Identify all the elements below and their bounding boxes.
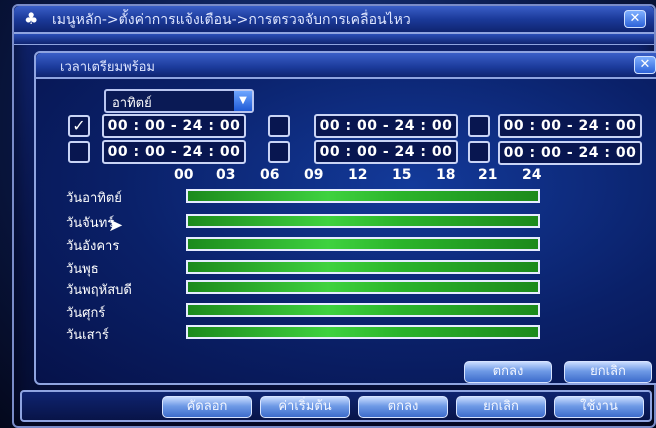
period-4-range[interactable]: 00 : 00 - 24 : 00 — [102, 140, 246, 164]
day-schedule-bar-sunday[interactable] — [186, 189, 540, 203]
main-tab-strip — [14, 34, 654, 45]
day-select[interactable]: อาทิตย์ ▼ — [104, 89, 254, 113]
hour-label: 06 — [260, 167, 280, 183]
chevron-down-icon[interactable]: ▼ — [234, 91, 252, 111]
main-title: เมนูหลัก->ตั้งค่าการแจ้งเตือน->การตรวจจั… — [52, 12, 411, 28]
day-schedule-bar-tuesday[interactable] — [186, 237, 540, 251]
cancel-button[interactable]: ยกเลิก — [456, 396, 546, 418]
dialog-cancel-button[interactable]: ยกเลิก — [564, 361, 652, 383]
bottom-toolbar: คัดลอก ค่าเริ่มต้น ตกลง ยกเลิก ใช้งาน — [20, 390, 652, 422]
dialog-title: เวลาเตรียมพร้อม — [60, 60, 155, 75]
day-select-value: อาทิตย์ — [112, 96, 152, 111]
hour-label: 00 — [174, 167, 194, 183]
period-5-range[interactable]: 00 : 00 - 24 : 00 — [314, 140, 458, 164]
day-label-wednesday: วันพุธ — [66, 262, 99, 277]
period-5-checkbox[interactable] — [268, 141, 290, 163]
hour-label: 21 — [478, 167, 498, 183]
screen: ♣ เมนูหลัก->ตั้งค่าการแจ้งเตือน->การตรวจ… — [0, 0, 656, 428]
ok-button[interactable]: ตกลง — [358, 396, 448, 418]
mouse-pointer-icon: ➤ — [108, 215, 124, 236]
period-3-checkbox[interactable] — [468, 115, 490, 137]
dialog-ok-button[interactable]: ตกลง — [464, 361, 552, 383]
main-window: ♣ เมนูหลัก->ตั้งค่าการแจ้งเตือน->การตรวจ… — [12, 4, 656, 428]
day-label-thursday: วันพฤหัสบดี — [66, 283, 132, 298]
dialog-title-bar: เวลาเตรียมพร้อม ✕ — [36, 53, 656, 79]
main-close-button[interactable]: ✕ — [624, 10, 646, 28]
dialog-close-button[interactable]: ✕ — [634, 56, 656, 74]
day-schedule-bar-thursday[interactable] — [186, 280, 540, 294]
day-schedule-bar-friday[interactable] — [186, 303, 540, 317]
hour-label: 24 — [522, 167, 542, 183]
schedule-dialog: เวลาเตรียมพร้อม ✕ อาทิตย์ ▼ ✓ 00 : 00 - … — [34, 51, 656, 385]
period-2-range[interactable]: 00 : 00 - 24 : 00 — [314, 114, 458, 138]
day-label-friday: วันศุกร์ — [66, 306, 106, 321]
day-label-monday: วันจันทร์ — [66, 216, 115, 231]
default-button[interactable]: ค่าเริ่มต้น — [260, 396, 350, 418]
hour-label: 12 — [348, 167, 368, 183]
period-1-range[interactable]: 00 : 00 - 24 : 00 — [102, 114, 246, 138]
day-label-saturday: วันเสาร์ — [66, 328, 109, 343]
main-title-bar: ♣ เมนูหลัก->ตั้งค่าการแจ้งเตือน->การตรวจ… — [14, 6, 654, 34]
menu-logo-icon: ♣ — [24, 9, 39, 28]
copy-button[interactable]: คัดลอก — [162, 396, 252, 418]
day-label-sunday: วันอาทิตย์ — [66, 191, 122, 206]
period-4-checkbox[interactable] — [68, 141, 90, 163]
period-6-checkbox[interactable] — [468, 141, 490, 163]
hour-label: 18 — [436, 167, 456, 183]
hour-label: 15 — [392, 167, 412, 183]
hour-label: 09 — [304, 167, 324, 183]
apply-button[interactable]: ใช้งาน — [554, 396, 644, 418]
period-2-checkbox[interactable] — [268, 115, 290, 137]
hour-label: 03 — [216, 167, 236, 183]
day-schedule-bar-saturday[interactable] — [186, 325, 540, 339]
day-schedule-bar-wednesday[interactable] — [186, 260, 540, 274]
period-1-checkbox[interactable]: ✓ — [68, 115, 90, 137]
period-3-range[interactable]: 00 : 00 - 24 : 00 — [498, 114, 642, 138]
period-6-range[interactable]: 00 : 00 - 24 : 00 — [498, 141, 642, 165]
day-label-tuesday: วันอังคาร — [66, 239, 120, 254]
day-schedule-bar-monday[interactable] — [186, 214, 540, 228]
